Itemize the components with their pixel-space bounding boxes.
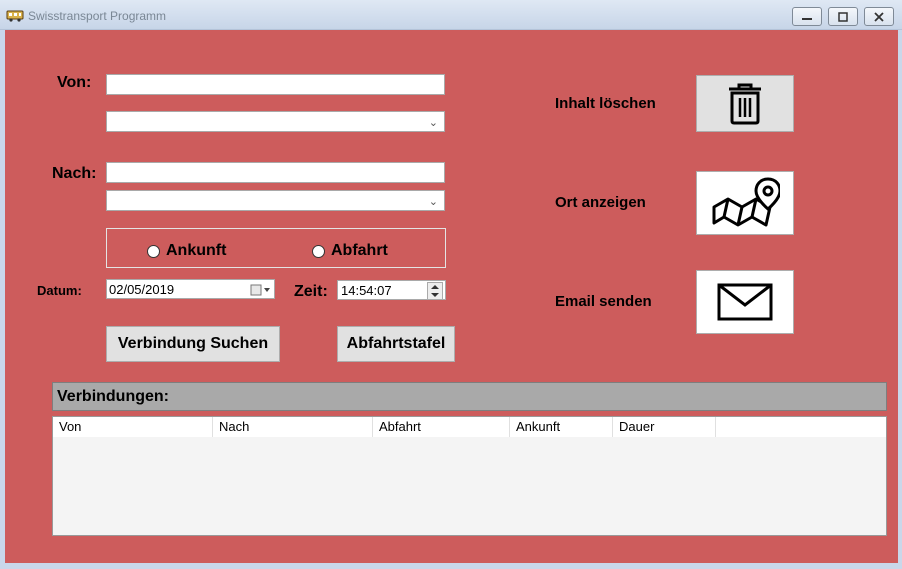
app-icon [6,8,24,22]
send-email-label: Email senden [555,293,652,310]
radio-ankunft-label: Ankunft [166,242,227,259]
datum-picker[interactable]: 02/05/2019 [106,279,275,299]
radio-ankunft[interactable]: Ankunft [147,242,226,260]
envelope-icon [717,283,773,321]
search-connection-button[interactable]: Verbindung Suchen [106,326,280,362]
zeit-picker[interactable]: 14:54:07 [337,280,446,300]
chevron-down-icon: ⌄ [428,117,438,129]
departure-board-button[interactable]: Abfahrtstafel [337,326,455,362]
close-icon [874,11,884,22]
connections-header: Verbindungen: [52,382,887,411]
nach-combobox[interactable]: ⌄ [106,190,445,211]
chevron-down-icon: ⌄ [428,196,438,208]
column-header-ankunft[interactable]: Ankunft [510,417,613,437]
zeit-value: 14:54:07 [341,283,392,298]
minimize-button[interactable] [792,7,822,26]
restore-icon [838,11,848,22]
clear-label: Inhalt löschen [555,95,656,112]
show-location-label: Ort anzeigen [555,194,646,211]
von-label: Von: [57,74,92,91]
nach-label: Nach: [52,165,97,182]
close-button[interactable] [864,7,894,26]
von-input[interactable] [106,74,445,95]
window-bottom-border [0,563,902,569]
connections-list[interactable]: Von Nach Abfahrt Ankunft Dauer [52,416,887,536]
column-header-filler [716,417,886,437]
minimize-icon [802,17,812,20]
column-header-dauer[interactable]: Dauer [613,417,716,437]
map-pin-icon [712,177,780,227]
column-header-nach[interactable]: Nach [213,417,373,437]
spinner-icon[interactable] [427,282,443,300]
column-header-von[interactable]: Von [53,417,213,437]
von-combobox[interactable]: ⌄ [106,111,445,132]
nach-input[interactable] [106,162,445,183]
radio-circle-icon [312,244,325,258]
datum-label: Datum: [37,283,82,298]
column-header-abfahrt[interactable]: Abfahrt [373,417,510,437]
radio-abfahrt[interactable]: Abfahrt [312,242,388,260]
trash-icon [729,83,761,124]
radio-abfahrt-label: Abfahrt [331,242,388,259]
calendar-icon [250,283,270,301]
zeit-label: Zeit: [294,283,328,300]
datum-value: 02/05/2019 [109,282,175,297]
show-location-button[interactable] [696,171,794,235]
clear-button[interactable] [696,75,794,132]
list-header: Von Nach Abfahrt Ankunft Dauer [53,417,886,437]
maximize-button[interactable] [828,7,858,26]
radio-circle-icon [147,244,160,258]
connections-title: Verbindungen: [57,387,169,405]
window-title: Swisstransport Programm [28,9,167,23]
send-email-button[interactable] [696,270,794,334]
